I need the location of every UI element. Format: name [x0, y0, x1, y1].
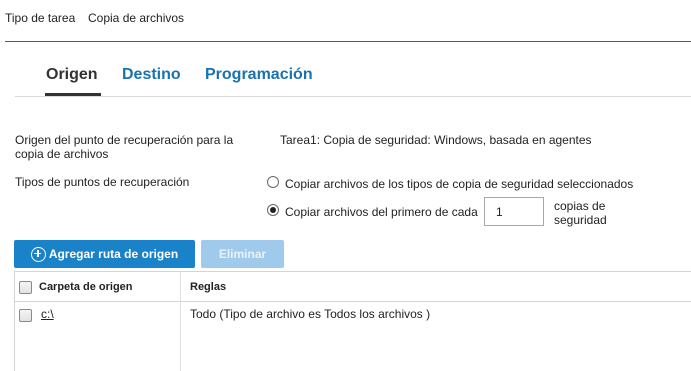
source-folder-link[interactable]: c:\ — [41, 307, 54, 321]
column-header-rules: Reglas — [190, 281, 227, 293]
backup-count-input[interactable] — [484, 197, 544, 226]
select-all-checkbox[interactable] — [19, 281, 32, 294]
tabs-divider — [15, 96, 691, 97]
tab-destino[interactable]: Destino — [122, 65, 181, 85]
tab-origen[interactable]: Origen — [46, 65, 98, 85]
task-type-value: Copia de archivos — [88, 11, 185, 25]
recovery-source-value: Tarea1: Copia de seguridad: Windows, bas… — [280, 133, 592, 147]
recovery-source-label: Origen del punto de recuperación para la… — [15, 133, 233, 161]
radio-first-each[interactable] — [267, 204, 279, 216]
radio-selected-types[interactable] — [267, 176, 279, 188]
tab-programacion[interactable]: Programación — [205, 65, 313, 85]
radio-first-each-label: Copiar archivos del primero de cada — [285, 205, 478, 219]
recovery-source-label-line1: Origen del punto de recuperación para la — [15, 133, 234, 147]
column-header-folder: Carpeta de origen — [39, 281, 133, 293]
plus-circle-icon — [30, 246, 46, 262]
delete-button: Eliminar — [201, 240, 284, 268]
column-separator — [180, 272, 181, 371]
row-rules: Todo (Tipo de archivo es Todos los archi… — [190, 307, 431, 321]
add-source-path-label: Agregar ruta de origen — [48, 247, 179, 261]
radio-selected-types-label: Copiar archivos de los tipos de copia de… — [285, 177, 634, 191]
recovery-types-label: Tipos de puntos de recuperación — [15, 175, 190, 189]
delete-button-label: Eliminar — [218, 247, 267, 261]
row-checkbox[interactable] — [19, 309, 32, 322]
recovery-source-label-line2: copia de archivos — [15, 147, 109, 161]
backups-suffix-line2: seguridad — [554, 213, 607, 227]
header-divider — [5, 41, 691, 42]
task-type-label: Tipo de tarea — [5, 11, 76, 25]
backups-suffix-line1: copias de — [554, 199, 606, 213]
add-source-path-button[interactable]: Agregar ruta de origen — [14, 240, 195, 268]
backups-suffix: copias de seguridad — [554, 199, 607, 227]
